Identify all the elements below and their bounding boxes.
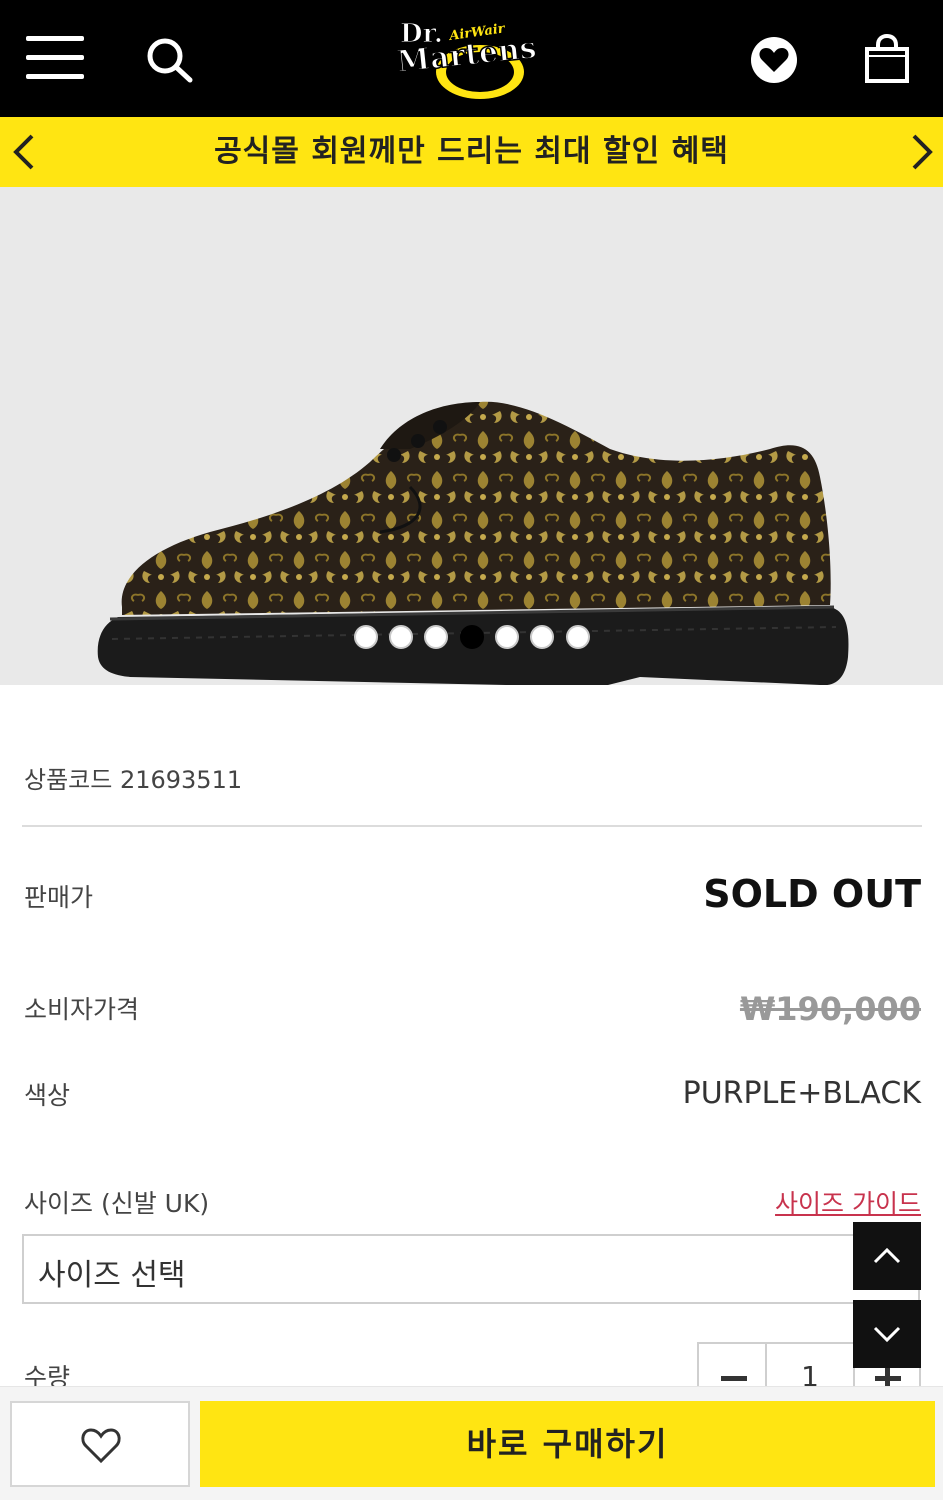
scroll-up-button[interactable] — [853, 1222, 921, 1290]
buy-now-label: 바로 구매하기 — [466, 1425, 669, 1463]
carousel-dot[interactable] — [566, 625, 590, 649]
top-header: Dr. AirWair Martens — [0, 0, 943, 117]
carousel-dot[interactable] — [354, 625, 378, 649]
chevron-right-icon[interactable] — [900, 132, 940, 172]
buy-now-button[interactable]: 바로 구매하기 — [200, 1401, 935, 1487]
consumer-price-value: ₩190,000 — [739, 990, 921, 1028]
shopping-bag-icon[interactable] — [864, 34, 910, 84]
carousel-dot[interactable] — [495, 625, 519, 649]
promo-banner[interactable]: 공식몰 회원께만 드리는 최대 할인 혜택 — [0, 117, 943, 187]
wishlist-button[interactable] — [10, 1401, 190, 1487]
carousel-dots — [354, 625, 594, 651]
size-select-placeholder: 사이즈 선택 — [38, 1258, 186, 1293]
product-code: 상품코드 21693511 — [24, 766, 243, 794]
hamburger-menu-icon[interactable] — [26, 36, 84, 80]
heart-icon[interactable] — [750, 36, 798, 84]
price-value: SOLD OUT — [703, 872, 921, 916]
chevron-up-icon — [873, 1247, 901, 1264]
heart-outline-icon — [81, 1428, 121, 1464]
price-label: 판매가 — [24, 883, 94, 912]
size-guide-link[interactable]: 사이즈 가이드 — [775, 1184, 921, 1220]
bottom-action-bar: 바로 구매하기 — [0, 1386, 943, 1500]
carousel-dot-active[interactable] — [460, 625, 484, 649]
size-label: 사이즈 (신발 UK) — [24, 1189, 210, 1218]
color-value: PURPLE+BLACK — [682, 1076, 921, 1111]
carousel-dot[interactable] — [424, 625, 448, 649]
consumer-price-label: 소비자가격 — [24, 995, 140, 1024]
promo-text[interactable]: 공식몰 회원께만 드리는 최대 할인 혜택 — [0, 117, 943, 187]
divider — [22, 825, 922, 827]
chevron-down-icon — [873, 1326, 901, 1343]
search-icon[interactable] — [144, 36, 196, 84]
carousel-dot[interactable] — [530, 625, 554, 649]
product-shoe-image — [97, 401, 849, 685]
product-image-carousel[interactable] — [0, 187, 943, 685]
scroll-down-button[interactable] — [853, 1300, 921, 1368]
size-select-dropdown[interactable]: 사이즈 선택 — [22, 1234, 920, 1304]
color-label: 색상 — [24, 1081, 71, 1110]
carousel-dot[interactable] — [389, 625, 413, 649]
dr-martens-logo[interactable]: Dr. AirWair Martens — [396, 14, 550, 102]
